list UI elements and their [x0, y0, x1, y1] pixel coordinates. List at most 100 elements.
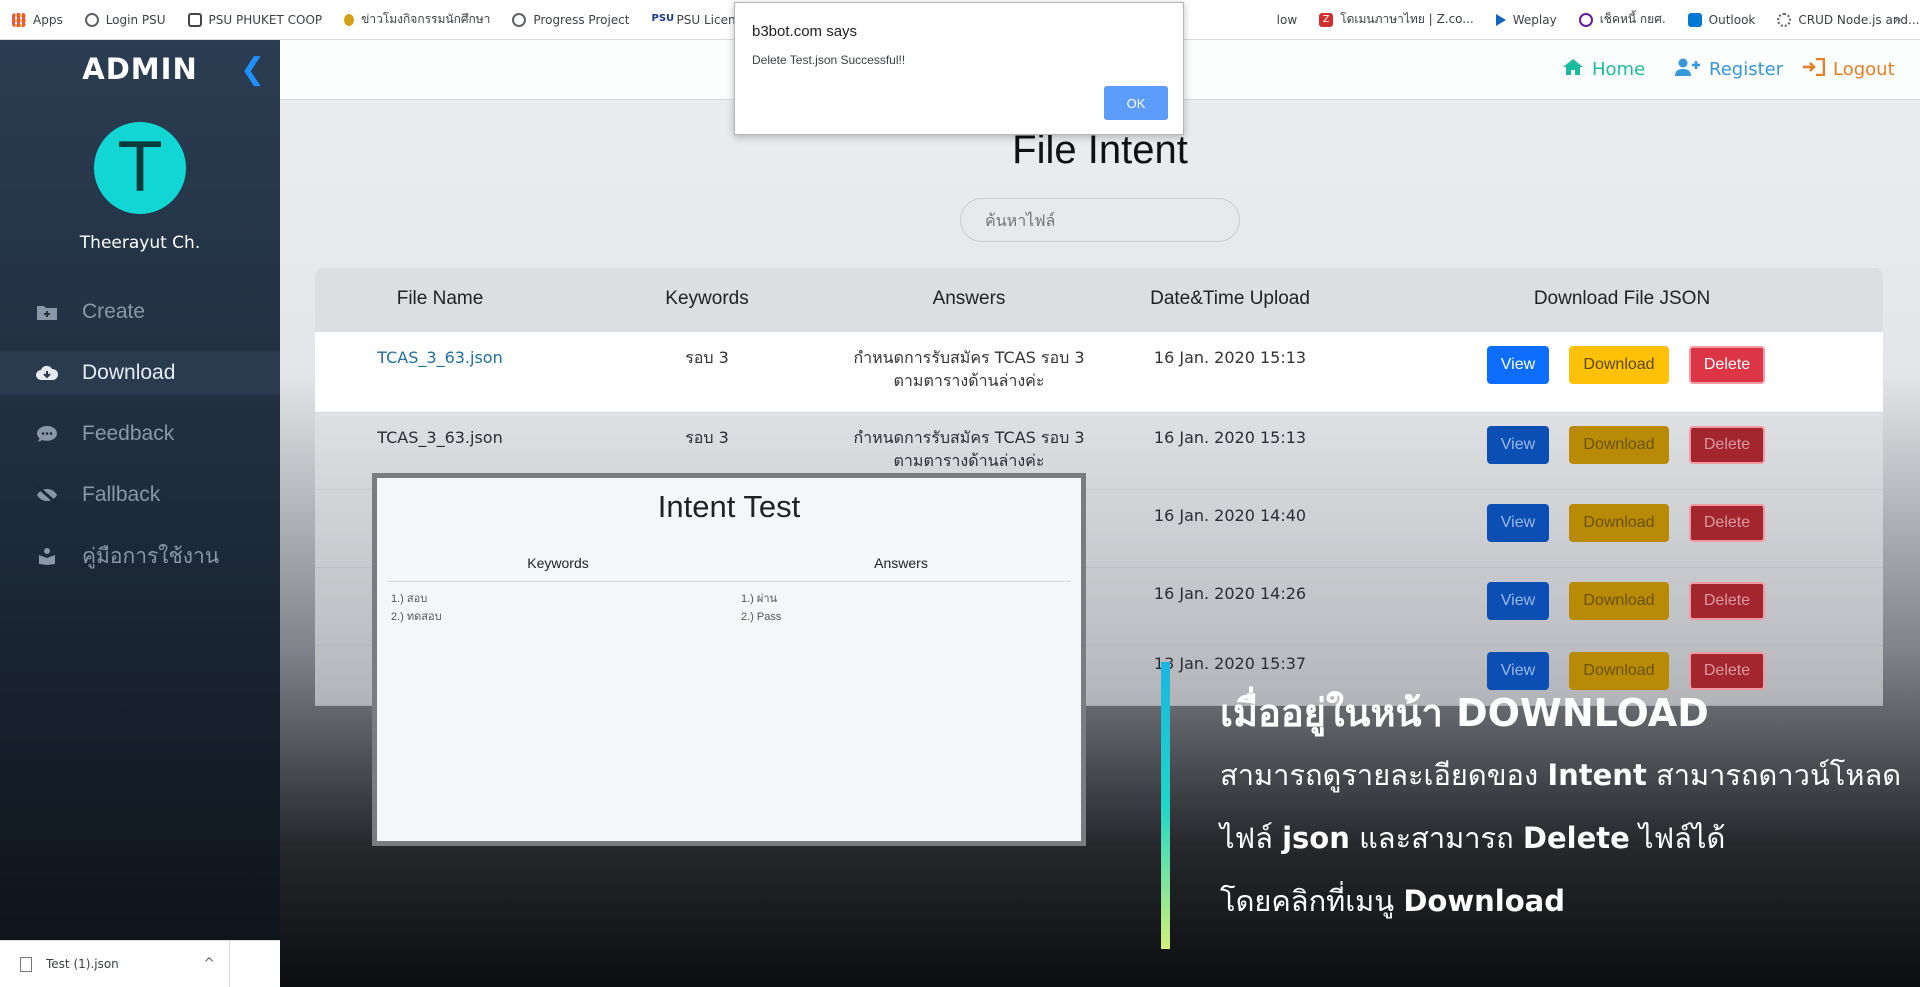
- sidebar-collapse-icon[interactable]: ❮: [240, 52, 265, 87]
- nav-logout-link[interactable]: Logout: [1803, 57, 1895, 81]
- modal-title: Intent Test: [657, 489, 801, 524]
- ok-button[interactable]: OK: [1104, 86, 1168, 120]
- apps-grid-icon: [12, 12, 26, 27]
- sidebar-item-create[interactable]: Create: [0, 290, 280, 334]
- bookmark-weplay[interactable]: Weplay: [1495, 13, 1557, 27]
- sidebar-item-fallback[interactable]: Fallback: [0, 473, 280, 517]
- download-shelf: Test (1).json ^: [0, 940, 280, 987]
- caption-line: สามารถดูรายละเอียดของ Intent สามารถดาวน์…: [1220, 752, 1901, 798]
- file-name-link[interactable]: TCAS_3_63.json: [377, 346, 502, 369]
- nav-register-label: Register: [1709, 58, 1784, 80]
- keyword-cell: รอบ 3: [685, 348, 729, 367]
- modal-answers-header: Answers: [874, 555, 928, 571]
- file-icon: [20, 956, 32, 972]
- column-header: File Name: [396, 288, 484, 309]
- eye-icon: [1777, 12, 1792, 27]
- download-button[interactable]: Download: [1569, 426, 1669, 464]
- caption-text: โดยคลิกที่เมนู: [1220, 884, 1404, 918]
- answer-line: กำหนดการรับสมัคร TCAS รอบ 3: [853, 428, 1085, 447]
- bookmark-hidden[interactable]: low: [1277, 13, 1298, 27]
- view-button[interactable]: View: [1487, 504, 1549, 542]
- bookmark-progress-project[interactable]: Progress Project: [512, 12, 630, 27]
- bookmark-psu-phuket-coop[interactable]: PSU PHUKET COOP: [187, 12, 322, 27]
- bookmark-loan[interactable]: เช็คหนี้ กยศ.: [1578, 10, 1666, 29]
- bookmark-label: Apps: [33, 12, 63, 27]
- folder-plus-icon: [36, 301, 58, 323]
- cloud-download-icon: [36, 362, 58, 384]
- bookmark-label: Login PSU: [105, 12, 166, 27]
- sidebar-item-label: Fallback: [82, 483, 161, 506]
- bookmarks-more-button[interactable]: »: [1893, 12, 1902, 28]
- delete-button[interactable]: Delete: [1689, 346, 1765, 384]
- modal-answers-list: 1.) ผ่าน 2.) Pass: [741, 590, 781, 626]
- view-button[interactable]: View: [1487, 346, 1549, 384]
- z-icon: Z: [1319, 12, 1334, 27]
- sidebar-item-label: Feedback: [82, 422, 175, 445]
- nav-home-link[interactable]: Home: [1562, 57, 1645, 81]
- alert-message: Delete Test.json Successful!!: [752, 53, 906, 67]
- modal-keywords-header: Keywords: [527, 555, 589, 571]
- answer-line: ตามตารางด้านล่างค่ะ: [893, 451, 1045, 470]
- column-header: Keywords: [665, 288, 749, 309]
- user-plus-icon: [1675, 57, 1701, 81]
- date-cell: 16 Jan. 2020 14:26: [1153, 584, 1307, 603]
- bookmark-login-psu[interactable]: Login PSU: [84, 12, 166, 27]
- globe-icon: [512, 12, 527, 27]
- downloaded-file[interactable]: Test (1).json ^: [0, 940, 230, 987]
- caption-emphasis: json: [1282, 821, 1350, 855]
- caption-heading: เมื่ออยู่ในหน้า DOWNLOAD: [1220, 691, 1709, 735]
- caption-emphasis: Intent: [1547, 758, 1647, 792]
- bookmark-label: Outlook: [1708, 12, 1756, 27]
- table-header: File Name Keywords Answers Date&Time Upl…: [315, 268, 1883, 332]
- date-cell: 16 Jan. 2020 15:13: [1153, 348, 1307, 367]
- alert-dialog: b3bot.com says Delete Test.json Successf…: [734, 2, 1184, 135]
- delete-button[interactable]: Delete: [1689, 582, 1765, 620]
- chevron-up-icon[interactable]: ^: [203, 956, 215, 972]
- avatar: T: [94, 122, 186, 214]
- bookmark-activity[interactable]: ข่าวโมงกิจกรรมนักศึกษา: [344, 10, 490, 29]
- sidebar-item-label: Create: [82, 300, 146, 323]
- sidebar-item-download[interactable]: Download: [0, 351, 280, 395]
- psu-icon: PSU: [651, 12, 675, 24]
- bookmark-apps[interactable]: Apps: [12, 12, 63, 27]
- view-button[interactable]: View: [1487, 426, 1549, 464]
- view-button[interactable]: View: [1487, 582, 1549, 620]
- caption-line: ไฟล์ json และสามารถ Delete ไฟล์ได้: [1220, 815, 1725, 861]
- column-header: Download File JSON: [1533, 288, 1711, 309]
- file-name-link[interactable]: TCAS_3_63.json: [377, 426, 502, 449]
- bookmark-label: ข่าวโมงกิจกรรมนักศึกษา: [361, 12, 491, 26]
- bookmark-z-co[interactable]: Z โดเมนภาษาไทย | Z.co...: [1319, 10, 1474, 29]
- sidebar: ADMIN ❮ T Theerayut Ch. Create Download …: [0, 40, 280, 940]
- download-button[interactable]: Download: [1569, 582, 1669, 620]
- caption-text: สามารถดูรายละเอียดของ: [1220, 758, 1548, 792]
- downloaded-file-name: Test (1).json: [46, 957, 119, 971]
- column-header: Date&Time Upload: [1150, 288, 1310, 309]
- sidebar-item-manual[interactable]: คู่มือการใช้งาน: [0, 534, 280, 578]
- medal-icon: [344, 13, 355, 26]
- bookmark-label: โดเมนภาษาไทย | Z.co...: [1340, 12, 1474, 26]
- nav-home-label: Home: [1592, 58, 1646, 80]
- list-item: 2.) ทดสอบ: [391, 611, 442, 623]
- sidebar-item-feedback[interactable]: Feedback: [0, 412, 280, 456]
- bookmark-outlook[interactable]: Outlook: [1687, 12, 1756, 27]
- nav-register-link[interactable]: Register: [1675, 57, 1783, 81]
- caption-text: ไฟล์: [1220, 821, 1283, 855]
- list-item: 2.) Pass: [741, 611, 782, 623]
- sidebar-title: ADMIN: [82, 52, 198, 86]
- outlook-icon: [1687, 12, 1702, 27]
- download-button[interactable]: Download: [1569, 346, 1669, 384]
- delete-button[interactable]: Delete: [1689, 504, 1765, 542]
- answer-line: ตามตารางด้านล่างค่ะ: [893, 371, 1045, 390]
- caption-emphasis: Delete: [1522, 821, 1630, 855]
- search-input[interactable]: [960, 198, 1240, 242]
- caption-text: สามารถดาวน์โหลด: [1646, 758, 1902, 792]
- nav-logout-label: Logout: [1833, 58, 1895, 80]
- download-button[interactable]: Download: [1569, 504, 1669, 542]
- play-icon: [1495, 13, 1506, 26]
- keyword-cell: รอบ 3: [685, 428, 729, 447]
- date-cell: 16 Jan. 2020 15:13: [1153, 428, 1307, 447]
- caption-line: โดยคลิกที่เมนู Download: [1220, 878, 1565, 924]
- bookmark-label: Progress Project: [533, 12, 630, 27]
- caption-accent-bar: [1161, 662, 1170, 949]
- delete-button[interactable]: Delete: [1689, 426, 1765, 464]
